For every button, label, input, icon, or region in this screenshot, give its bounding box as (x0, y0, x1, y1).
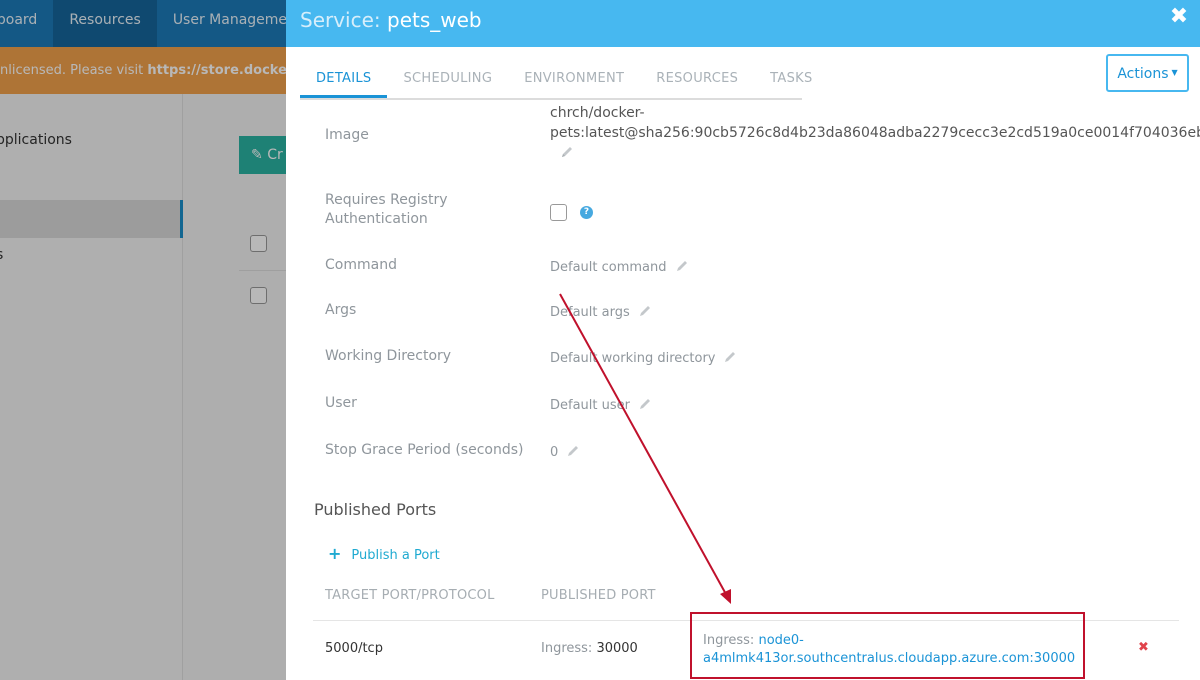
workdir-label: Working Directory (325, 348, 452, 364)
service-title-label: Service: (300, 8, 381, 32)
command-label: Command (325, 257, 397, 273)
args-value: Default args (550, 305, 630, 320)
publish-port-label: Publish a Port (351, 548, 440, 563)
published-ports-title: Published Ports (314, 500, 437, 519)
user-field[interactable]: Default user (550, 397, 652, 413)
args-label: Args (325, 302, 357, 318)
pencil-icon[interactable] (638, 304, 652, 318)
workdir-value: Default working directory (550, 351, 716, 366)
user-label: User (325, 395, 357, 411)
col-target-port: TARGET PORT/PROTOCOL (325, 588, 495, 603)
publish-port-link[interactable]: + Publish a Port (328, 544, 440, 563)
annotation-highlight-box (690, 612, 1085, 679)
pencil-icon[interactable] (638, 397, 652, 411)
args-field[interactable]: Default args (550, 304, 652, 320)
tab-scheduling[interactable]: SCHEDULING (387, 56, 508, 98)
grace-period-label: Stop Grace Period (seconds) (325, 442, 524, 458)
panel-header: Service: pets_web ✖ (286, 0, 1200, 47)
registry-auth-checkbox[interactable] (550, 204, 567, 221)
actions-dropdown-button[interactable]: Actions ▼ (1106, 54, 1189, 92)
close-icon[interactable]: ✖ (1168, 6, 1190, 28)
pencil-icon[interactable] (560, 145, 574, 159)
user-value: Default user (550, 398, 630, 413)
pencil-icon[interactable] (675, 259, 689, 273)
published-port-value: 30000 (596, 641, 638, 656)
registry-auth-label: Requires Registry Authentication (325, 192, 448, 227)
pencil-icon[interactable] (566, 444, 580, 458)
tab-details[interactable]: DETAILS (300, 56, 388, 98)
service-panel: Service: pets_web ✖ DETAILS SCHEDULING E… (286, 0, 1200, 680)
image-label: Image (325, 127, 369, 143)
actions-label: Actions (1117, 66, 1169, 82)
image-value: chrch/docker- pets:latest@sha256:90cb572… (550, 103, 1200, 163)
port-target-cell: 5000/tcp (325, 641, 383, 656)
port-published-cell: Ingress: 30000 (541, 641, 638, 656)
tab-resources[interactable]: RESOURCES (640, 56, 754, 98)
workdir-field[interactable]: Default working directory (550, 350, 737, 366)
tab-environment[interactable]: ENVIRONMENT (508, 56, 640, 98)
grace-period-value: 0 (550, 445, 559, 460)
plus-icon: + (328, 544, 342, 563)
caret-down-icon: ▼ (1171, 68, 1178, 77)
col-published-port: PUBLISHED PORT (541, 588, 656, 603)
published-prefix: Ingress: (541, 641, 593, 656)
tab-bar: DETAILS SCHEDULING ENVIRONMENT RESOURCES… (300, 56, 812, 100)
service-name: pets_web (387, 8, 482, 32)
grace-period-field[interactable]: 0 (550, 444, 580, 460)
tab-tasks[interactable]: TASKS (754, 56, 828, 98)
command-value: Default command (550, 260, 667, 275)
image-value-line1: chrch/docker- (550, 105, 645, 121)
remove-port-icon[interactable]: ✖ (1138, 640, 1149, 655)
pencil-icon[interactable] (723, 350, 737, 364)
image-value-line2: pets:latest@sha256:90cb5726c8d4b23da8604… (550, 125, 1200, 141)
help-icon[interactable]: ? (580, 206, 593, 219)
command-field[interactable]: Default command (550, 259, 689, 275)
